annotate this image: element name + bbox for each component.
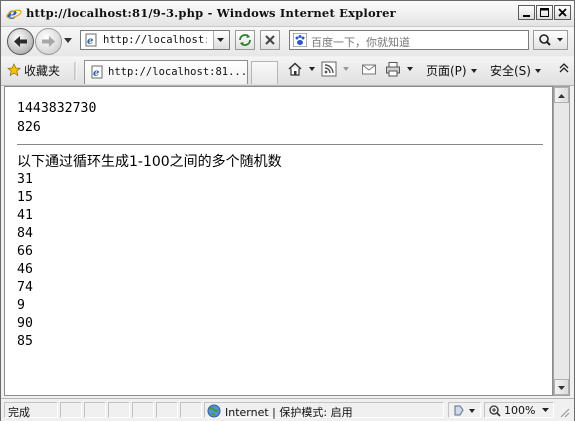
zoom-icon [489,405,501,417]
status-panel [108,402,130,418]
vertical-scrollbar[interactable] [553,86,570,396]
home-dropdown[interactable] [305,62,315,76]
resize-grip-icon[interactable] [558,406,570,418]
chevron-down-icon [542,408,549,412]
status-panel [156,402,178,418]
zoom-level: 100% [504,404,536,417]
mail-icon[interactable] [361,61,377,77]
random-heading: 以下通过循环生成1-100之间的多个随机数 [17,154,282,170]
search-placeholder: 百度一下，你就知道 [311,36,410,49]
safety-menu-label: 安全(S) [490,64,531,78]
status-text: 完成 [8,406,30,419]
tab-active[interactable]: e http://localhost:81... [84,60,248,84]
svg-text:e: e [87,36,93,47]
svg-text:e: e [93,68,99,79]
list-item: 90 [17,316,33,331]
maximize-button[interactable] [536,5,553,20]
recent-pages-dropdown[interactable] [64,38,72,44]
status-panel [84,402,106,418]
stop-button[interactable] [260,30,280,50]
print-dropdown[interactable] [403,62,413,76]
status-panel [180,402,202,418]
address-toolbar: e http://localhost:81/9-3.php [1,27,574,56]
rss-icon[interactable] [321,61,337,77]
maximize-icon [540,8,549,17]
star-icon [7,63,21,77]
zoom-panel[interactable]: 100% [484,402,554,418]
list-item: 41 [17,208,33,223]
address-url[interactable]: http://localhost:81/9-3.php [103,34,207,46]
scroll-down-button[interactable] [554,379,569,395]
list-item: 66 [17,244,33,259]
zone-text: Internet | 保护模式: 启用 [225,406,353,419]
magnifier-icon [539,34,563,46]
tab-toolbar: 收藏夹 e http://localhost:81... 页面(P) 安全(S) [1,57,574,86]
microseconds-text: 826 [17,120,41,135]
address-field[interactable]: e http://localhost:81/9-3.php [80,30,230,50]
toolbar-overflow-icon[interactable] [559,63,569,73]
refresh-icon [239,34,251,46]
baidu-paw-icon [293,33,307,47]
refresh-button[interactable] [235,30,255,50]
safety-menu[interactable]: 安全(S) [490,62,541,79]
list-item: 85 [17,334,33,349]
list-item: 74 [17,280,33,295]
minimize-icon [523,15,530,17]
forward-arrow-icon [42,36,55,47]
page-icon: e [91,65,103,79]
security-zone-panel[interactable]: Internet | 保护模式: 启用 [204,402,444,419]
close-icon [558,8,567,17]
browser-window: e http://localhost:81/9-3.php - Windows … [0,0,575,421]
timestamp-text: 1443832730 [17,101,97,116]
list-item: 46 [17,262,33,277]
chevron-down-icon [217,38,224,42]
status-bar: 完成 Internet | 保护模式: 启用 100% [1,398,574,421]
protected-mode-icon [454,405,475,416]
stop-icon [265,35,275,45]
back-button[interactable] [7,28,34,55]
arrow-up-icon [558,94,565,98]
printer-icon[interactable] [385,61,401,77]
status-text-panel: 完成 [4,402,58,419]
favorites-label: 收藏夹 [24,64,61,78]
search-button[interactable] [533,30,568,50]
feeds-dropdown[interactable] [339,62,349,76]
back-arrow-icon [14,36,27,47]
page-menu[interactable]: 页面(P) [426,62,477,79]
tab-divider [74,62,77,80]
list-item: 84 [17,226,33,241]
list-item: 9 [17,298,25,313]
address-dropdown-button[interactable] [213,31,229,49]
page-menu-label: 页面(P) [426,64,467,78]
favorites-button[interactable]: 收藏夹 [7,62,60,79]
status-panel [60,402,82,418]
scroll-up-button[interactable] [554,87,569,103]
status-panel [132,402,154,418]
globe-icon [207,404,221,418]
minimize-button[interactable] [518,5,535,20]
home-icon[interactable] [287,61,303,77]
horizontal-rule [17,144,543,146]
window-title: http://localhost:81/9-3.php - Windows In… [26,6,396,20]
search-input[interactable]: 百度一下，你就知道 [289,30,529,50]
arrow-down-icon [558,386,565,390]
list-item: 31 [17,172,33,187]
ie-logo-icon: e [6,5,22,21]
title-bar: e http://localhost:81/9-3.php - Windows … [1,1,574,27]
new-tab-button[interactable] [251,61,278,84]
add-ons-panel[interactable] [448,402,481,418]
close-button[interactable] [554,5,571,20]
list-item: 15 [17,190,33,205]
forward-button[interactable] [35,28,62,55]
page-icon: e [85,33,97,47]
tab-label: http://localhost:81... [108,66,248,78]
page-content: 1443832730 826 以下通过循环生成1-100之间的多个随机数 31 … [4,86,553,396]
